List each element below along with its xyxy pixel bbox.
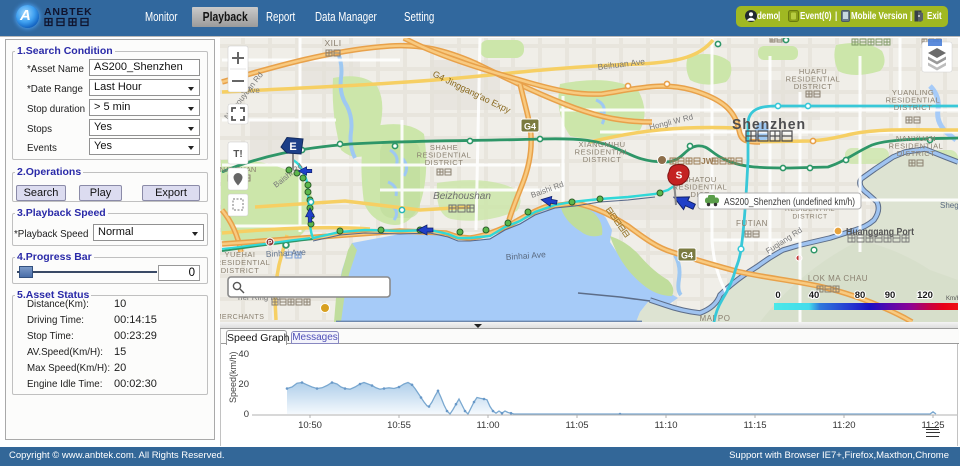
svg-text:Huanggang Port: Huanggang Port [846, 227, 915, 238]
svg-text:40: 40 [809, 290, 820, 301]
svg-text:DISTRICT: DISTRICT [792, 214, 827, 221]
svg-text:20: 20 [238, 379, 249, 390]
svg-text:FUTIAN: FUTIAN [736, 219, 768, 228]
svg-text:11:05: 11:05 [565, 420, 588, 431]
svg-text:Shenzhen: Shenzhen [732, 116, 806, 133]
svg-text:LOK MA CHAU: LOK MA CHAU [808, 274, 868, 283]
svg-text:P: P [268, 240, 273, 247]
svg-text:DISTRICT: DISTRICT [583, 155, 622, 164]
svg-text:Speed(km/h): Speed(km/h) [228, 351, 238, 403]
svg-text:XILI: XILI [324, 38, 341, 48]
svg-text:Binhai Ave: Binhai Ave [266, 247, 307, 259]
svg-text:S: S [676, 171, 683, 182]
svg-text:Km/H: Km/H [946, 296, 958, 302]
svg-text:DISTRICT: DISTRICT [897, 149, 936, 158]
svg-text:120: 120 [917, 290, 933, 301]
svg-text:10:50: 10:50 [298, 420, 322, 431]
svg-text:G4: G4 [681, 251, 693, 261]
svg-text:AS200_Shenzhen (undefined km/h: AS200_Shenzhen (undefined km/h) [724, 196, 855, 208]
svg-text:DISTRICT: DISTRICT [221, 266, 260, 275]
svg-text:80: 80 [855, 290, 866, 301]
svg-text:G4: G4 [524, 122, 536, 132]
svg-text:MAI PO: MAI PO [699, 314, 730, 322]
svg-text:MERCHANTS: MERCHANTS [220, 314, 264, 321]
svg-text:E: E [289, 141, 296, 153]
svg-text:T!: T! [233, 149, 242, 160]
svg-text:11:15: 11:15 [743, 420, 766, 431]
svg-text:11:20: 11:20 [832, 420, 855, 431]
svg-text:40: 40 [238, 349, 249, 360]
svg-text:90: 90 [885, 290, 896, 301]
svg-text:DISTRICT: DISTRICT [425, 158, 464, 167]
svg-text:11:10: 11:10 [654, 420, 677, 431]
svg-text:DISTRICT: DISTRICT [894, 103, 933, 112]
svg-text:0: 0 [775, 290, 780, 301]
svg-text:0: 0 [244, 409, 249, 420]
svg-text:Sheg: Sheg [940, 201, 958, 210]
svg-text:11:00: 11:00 [476, 420, 499, 431]
svg-text:DISTRICT: DISTRICT [794, 82, 833, 91]
svg-text:JW: JW [701, 156, 715, 166]
svg-text:11:25: 11:25 [921, 420, 944, 431]
svg-text:10:55: 10:55 [387, 420, 411, 431]
svg-text:Beizhoushan: Beizhoushan [433, 191, 491, 202]
